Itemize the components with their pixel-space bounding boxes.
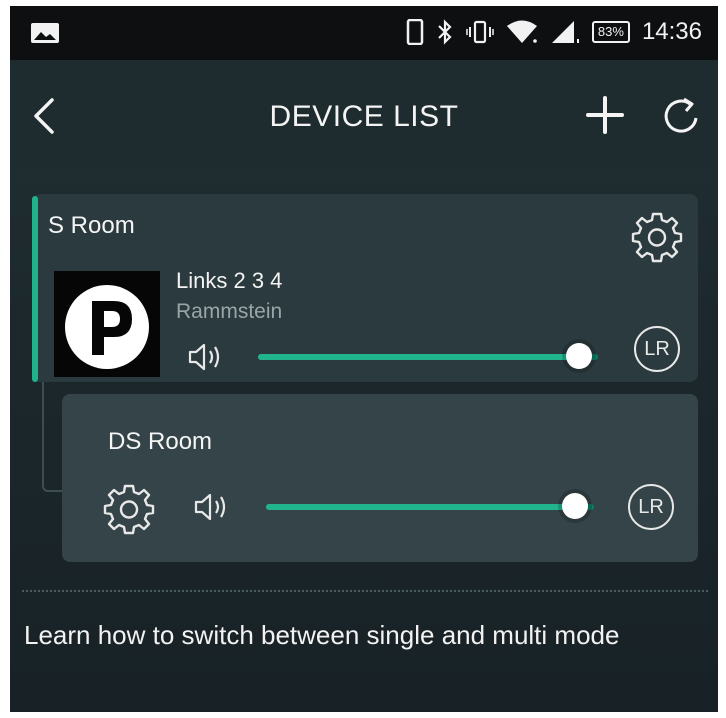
volume-slider[interactable] [258,342,598,372]
status-bar: 83% 14:36 [10,6,718,60]
volume-slider[interactable] [266,492,594,522]
room-name: S Room [48,212,135,239]
active-group-indicator [32,196,38,382]
track-artist: Rammstein [176,300,283,323]
status-time: 14:36 [641,18,702,45]
refresh-icon[interactable] [660,94,704,138]
dotted-divider [22,590,708,592]
speaker-volume-icon[interactable] [186,340,226,374]
image-icon [31,23,59,43]
volume-knob[interactable] [566,343,592,369]
help-link[interactable]: Learn how to switch between single and m… [24,620,619,651]
album-art[interactable] [54,271,160,377]
settings-gear-icon[interactable] [102,482,156,536]
header-bar: DEVICE LIST [10,60,718,170]
album-logo-icon [65,285,149,369]
device-card-secondary[interactable] [62,394,698,562]
phone-icon [406,19,424,45]
battery-indicator: 83% [591,21,630,43]
track-title: Links 2 3 4 [176,268,283,293]
speaker-volume-icon[interactable] [192,490,232,524]
bluetooth-icon [438,19,452,45]
signal-icon [551,21,579,43]
plus-icon[interactable] [584,94,626,136]
volume-fill [266,504,575,510]
settings-gear-icon[interactable] [630,210,684,264]
room-name: DS Room [108,428,213,455]
channel-lr-button[interactable]: LR [634,326,680,372]
volume-fill [258,354,579,360]
vibrate-icon [466,20,494,44]
app-screen: 83% 14:36 DEVICE LIST S Room Links 2 3 4… [10,6,718,712]
wifi-icon [506,20,537,43]
channel-lr-button[interactable]: LR [628,484,674,530]
volume-knob[interactable] [562,493,588,519]
